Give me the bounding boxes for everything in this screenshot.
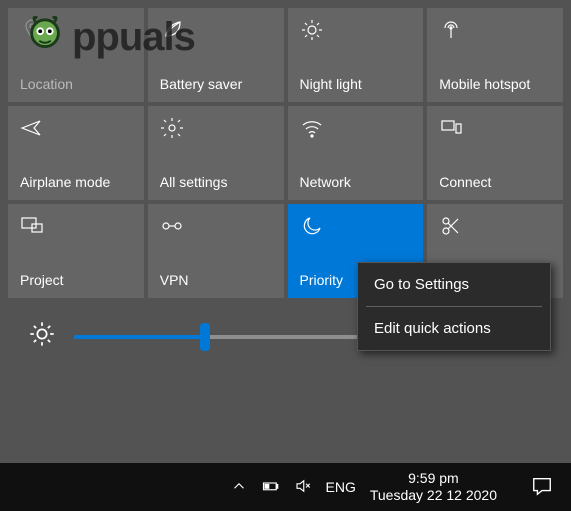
tile-label: Connect <box>439 174 551 190</box>
tile-airplane-mode[interactable]: Airplane mode <box>8 106 144 200</box>
wifi-icon <box>300 116 412 140</box>
tile-label: Mobile hotspot <box>439 76 551 92</box>
tile-label: Network <box>300 174 412 190</box>
menu-go-to-settings[interactable]: Go to Settings <box>358 263 550 306</box>
project-icon <box>20 214 132 238</box>
tile-label: Project <box>20 272 132 288</box>
brightness-fill <box>74 335 205 339</box>
taskbar: ENG 9:59 pm Tuesday 22 12 2020 <box>0 463 571 511</box>
tile-all-settings[interactable]: All settings <box>148 106 284 200</box>
tray-overflow-icon[interactable] <box>230 477 248 498</box>
tile-night-light[interactable]: Night light <box>288 8 424 102</box>
tile-label: Battery saver <box>160 76 272 92</box>
gear-icon <box>160 116 272 140</box>
tile-label: All settings <box>160 174 272 190</box>
action-center-panel: Location Battery saver Night light Mobil… <box>0 0 571 463</box>
vpn-icon <box>160 214 272 238</box>
volume-muted-icon[interactable] <box>294 477 312 498</box>
moon-icon <box>300 214 412 238</box>
sun-icon <box>300 18 412 42</box>
tile-context-menu: Go to Settings Edit quick actions <box>357 262 551 351</box>
tile-label: Airplane mode <box>20 174 132 190</box>
connect-icon <box>439 116 551 140</box>
tile-network[interactable]: Network <box>288 106 424 200</box>
tile-mobile-hotspot[interactable]: Mobile hotspot <box>427 8 563 102</box>
language-indicator[interactable]: ENG <box>326 479 356 495</box>
tile-connect[interactable]: Connect <box>427 106 563 200</box>
brightness-thumb[interactable] <box>200 323 210 351</box>
snip-icon <box>439 214 551 238</box>
action-center-button[interactable] <box>523 475 561 500</box>
system-tray: ENG 9:59 pm Tuesday 22 12 2020 <box>230 470 561 505</box>
taskbar-clock[interactable]: 9:59 pm Tuesday 22 12 2020 <box>370 470 497 505</box>
airplane-icon <box>20 116 132 140</box>
battery-icon[interactable] <box>262 477 280 498</box>
mascot-icon <box>22 14 68 60</box>
brightness-icon <box>28 320 56 353</box>
tile-project[interactable]: Project <box>8 204 144 298</box>
watermark-text: ppuals <box>72 15 195 60</box>
clock-date: Tuesday 22 12 2020 <box>370 487 497 505</box>
tile-label: Location <box>20 76 132 92</box>
tile-label: VPN <box>160 272 272 288</box>
watermark-logo: ppuals <box>22 14 195 60</box>
menu-edit-quick-actions[interactable]: Edit quick actions <box>358 307 550 350</box>
antenna-icon <box>439 18 551 42</box>
tile-vpn[interactable]: VPN <box>148 204 284 298</box>
tile-label: Night light <box>300 76 412 92</box>
clock-time: 9:59 pm <box>370 470 497 488</box>
